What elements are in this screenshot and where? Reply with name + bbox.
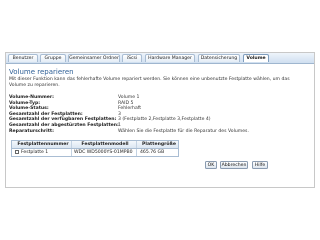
page-description: Mit dieser Funktion kann das fehlerhafte… (9, 77, 290, 88)
disk-number: Festplatte 1 (21, 150, 49, 155)
disk-select-checkbox[interactable] (15, 149, 19, 154)
tab-hardware-manager[interactable]: Hardware Manager (145, 54, 195, 62)
detail-value: Wählen Sie die Festplatte für die Repara… (118, 128, 249, 134)
table-row[interactable]: Festplatte 1 WDC WD5000YS-01MPB0 465.76 … (12, 149, 178, 156)
tab-gemeinsamer-ordner[interactable]: Gemeinsamer Ordner (68, 54, 120, 62)
app-window: Benutzer Gruppe Gemeinsamer Ordner iScsi… (5, 52, 315, 188)
tab-benutzer[interactable]: Benutzer (8, 54, 38, 62)
tab-gruppe[interactable]: Gruppe (40, 54, 66, 62)
tab-bar: Benutzer Gruppe Gemeinsamer Ordner iScsi… (6, 53, 314, 64)
volume-details: Volume-Nummer: Volume 1 Volume-Typ: RAID… (9, 95, 311, 134)
ok-button[interactable]: OK (205, 161, 217, 169)
tab-iscsi[interactable]: iScsi (122, 54, 142, 62)
disk-table: Festplattennummer Festplattenmodell Plat… (11, 140, 179, 157)
column-header-number: Festplattennummer (12, 141, 72, 148)
cancel-button[interactable]: Abbrechen (220, 161, 248, 169)
tab-volume[interactable]: Volume (243, 54, 269, 62)
help-button[interactable]: Hilfe (252, 161, 268, 169)
detail-row: Reparaturschritt: Wählen Sie die Festpla… (9, 129, 311, 135)
disk-model-cell: WDC WD5000YS-01MPB0 (72, 149, 137, 156)
repair-panel: Volume reparieren Mit dieser Funktion ka… (9, 68, 311, 89)
page-title: Volume reparieren (9, 68, 74, 76)
disk-size-cell: 465.76 GB (140, 150, 165, 155)
disk-number-cell: Festplatte 1 (12, 149, 72, 156)
column-header-model: Festplattenmodell (72, 141, 137, 148)
table-header: Festplattennummer Festplattenmodell Plat… (12, 141, 178, 149)
column-header-size: Plattengröße (142, 142, 176, 147)
tab-datensicherung[interactable]: Datensicherung (198, 54, 240, 62)
detail-label: Reparaturschritt: (9, 128, 54, 134)
